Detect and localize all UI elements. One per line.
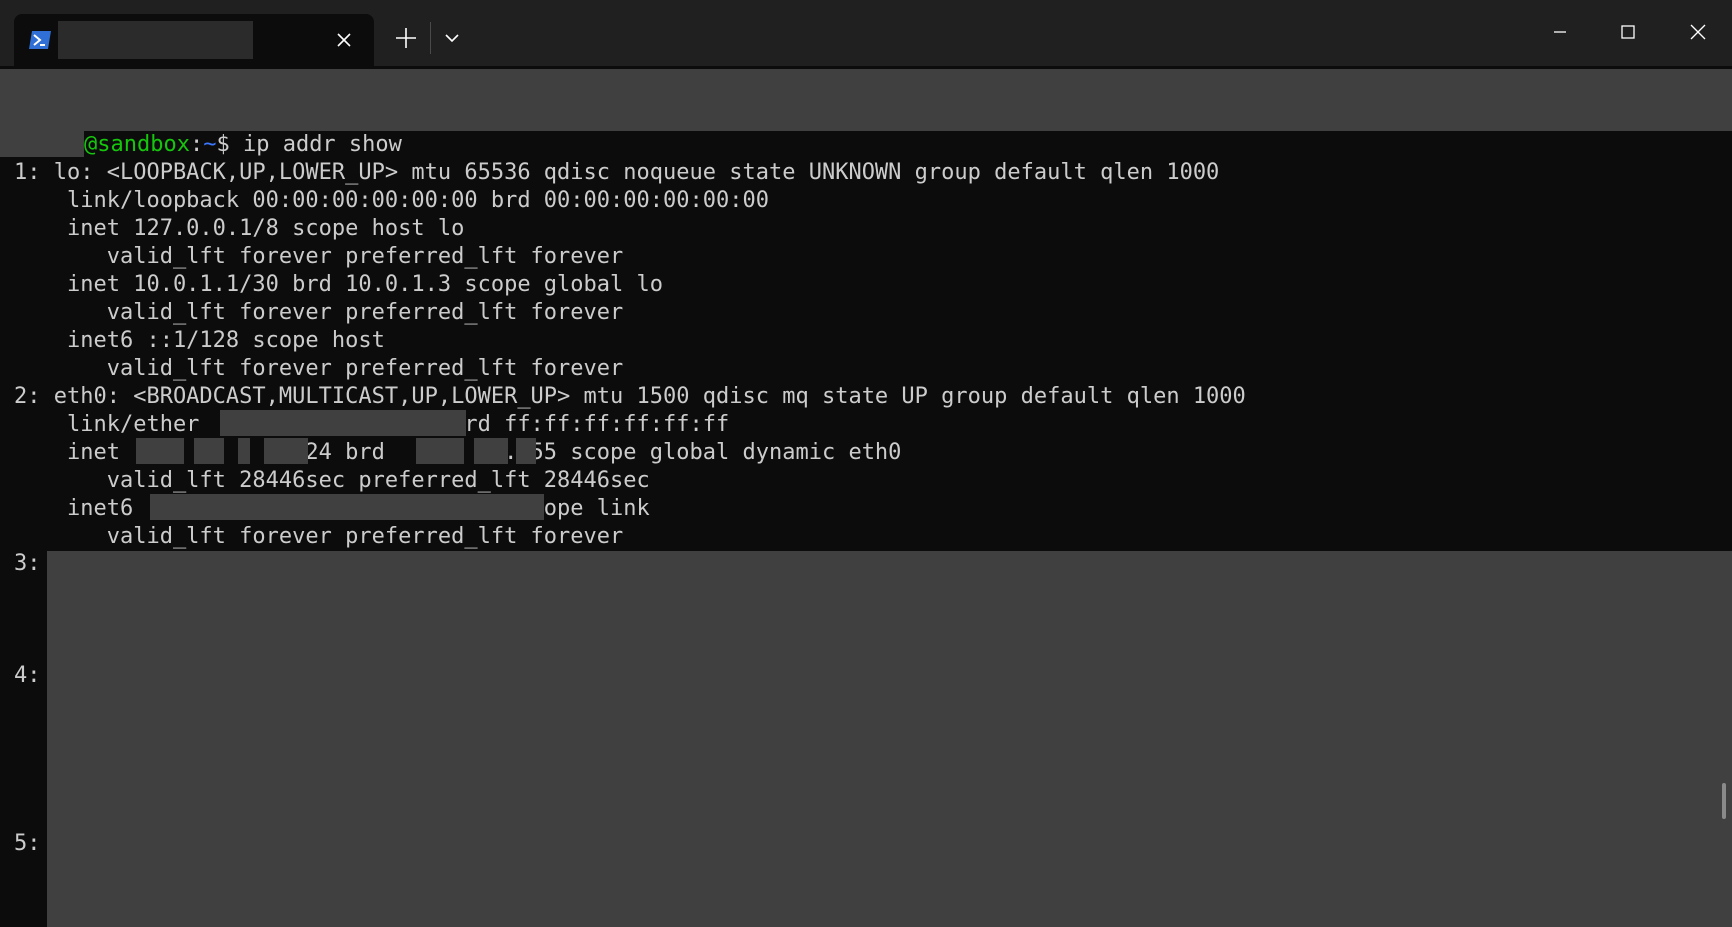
output-line: valid_lft forever preferred_lft forever (14, 524, 624, 549)
output-line: valid_lft forever preferred_lft forever (14, 300, 624, 325)
chevron-down-icon[interactable] (440, 26, 464, 50)
redacted-brd-octet (516, 438, 536, 464)
tab-terminal[interactable] (14, 14, 374, 66)
redacted-right-strip (1709, 551, 1732, 927)
interface-number-5: 5: (14, 831, 41, 856)
minimize-icon[interactable] (1540, 14, 1580, 50)
output-line: 2: eth0: <BROADCAST,MULTICAST,UP,LOWER_U… (14, 384, 1246, 409)
redacted-interfaces-block (47, 551, 1709, 927)
output-line: valid_lft forever preferred_lft forever (14, 356, 624, 381)
prompt-colon: : (189, 132, 204, 157)
terminal-window: @sandbox:~$ ip addr show 1: lo: <LOOPBAC… (0, 0, 1732, 927)
output-line: link/loopback 00:00:00:00:00:00 brd 00:0… (14, 188, 769, 213)
output-line: inet 127.0.0.1/8 scope host lo (14, 216, 465, 241)
prompt-line: @sandbox:~$ ip addr show (84, 131, 402, 159)
redacted-brd-octet (474, 438, 508, 464)
output-line: 1: lo: <LOOPBACK,UP,LOWER_UP> mtu 65536 … (14, 160, 1220, 185)
prompt-path: ~ (203, 132, 217, 157)
plus-icon[interactable] (392, 24, 420, 52)
redacted-band (0, 66, 1732, 131)
output-line: inet6 ::1/128 scope host (14, 328, 385, 353)
prompt-user: @sandbox (84, 132, 190, 157)
output-line: valid_lft forever preferred_lft forever (14, 244, 624, 269)
redacted-mac (220, 410, 466, 436)
scrollbar-thumb[interactable] (1722, 783, 1726, 819)
tab-divider (430, 22, 431, 54)
band-gap (0, 66, 1732, 69)
title-bar (0, 0, 1732, 66)
output-line: inet 10.0.1.1/30 brd 10.0.1.3 scope glob… (14, 272, 664, 297)
close-icon[interactable] (332, 28, 356, 52)
redacted-ip-octet (238, 438, 250, 464)
powershell-icon (29, 31, 51, 49)
prompt-command: ip addr show (229, 132, 402, 157)
redacted-ipv6 (150, 494, 544, 520)
interface-number-4: 4: (14, 663, 41, 688)
redacted-ip-octet (136, 438, 184, 464)
maximize-icon[interactable] (1608, 14, 1648, 50)
window-close-icon[interactable] (1678, 14, 1718, 50)
redacted-ip-octet (264, 438, 308, 464)
prompt-symbol: $ (216, 132, 230, 157)
redacted-ip-octet (194, 438, 224, 464)
interface-number-3: 3: (14, 551, 41, 576)
tab-title (58, 21, 253, 59)
redacted-brd-octet (416, 438, 464, 464)
output-line: valid_lft 28446sec preferred_lft 28446se… (14, 468, 650, 493)
